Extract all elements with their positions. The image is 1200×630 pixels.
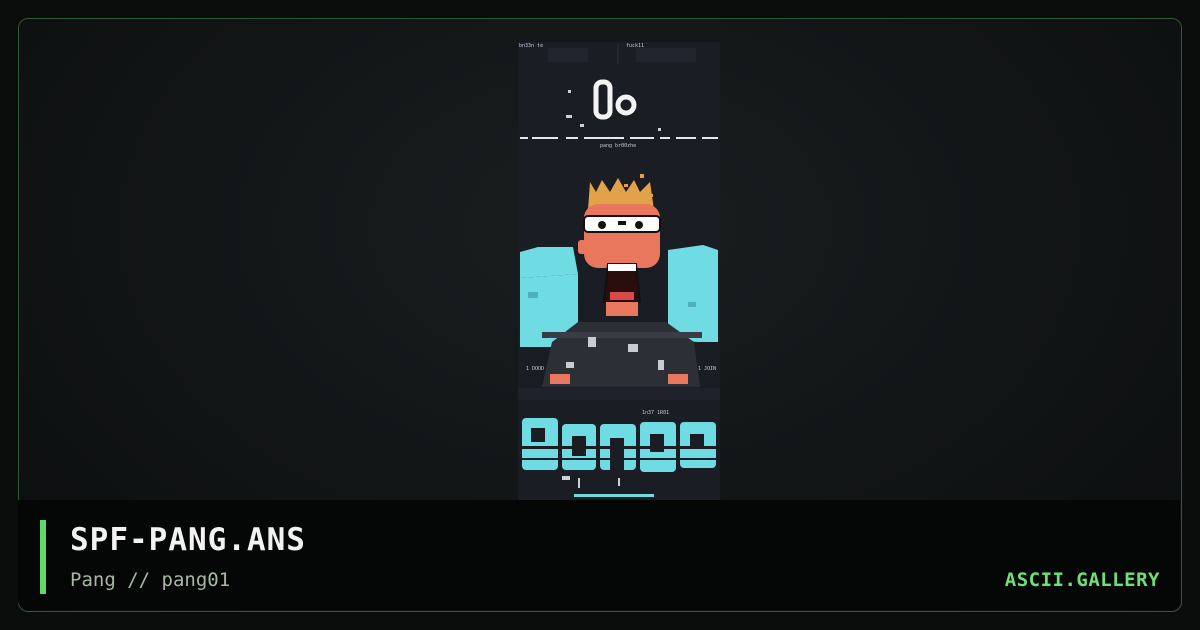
artwork-canvas: bn33n te fuck11 pang br00zhe 1 DOOD 1 JO… <box>518 43 720 516</box>
file-title: SPF-PANG.ANS <box>70 522 306 558</box>
art-credit-line: pang br00zhe <box>600 143 636 149</box>
ansi-artwork[interactable]: bn33n te fuck11 pang br00zhe 1 DOOD 1 JO… <box>518 42 720 519</box>
art-character-body <box>542 322 702 387</box>
site-link[interactable]: ASCII.GALLERY <box>1005 569 1160 591</box>
art-side-tag-left: 1 DOOD <box>526 366 544 372</box>
file-subtitle: Pang // pang01 <box>70 569 231 591</box>
art-small-tag: 1n37 1R01 <box>642 410 669 416</box>
info-footer: SPF-PANG.ANS Pang // pang01 ASCII.GALLER… <box>18 500 1180 610</box>
art-character-head <box>578 204 661 316</box>
art-separator <box>520 137 718 139</box>
art-pang-logo <box>518 418 720 472</box>
art-side-tag-right: 1 JOIN <box>698 366 716 372</box>
art-faint-block <box>548 48 588 62</box>
art-header-left: bn33n te <box>519 43 543 49</box>
art-glitch-strip <box>518 388 720 400</box>
accent-bar <box>40 520 46 594</box>
art-badge-logo <box>566 79 661 131</box>
art-faint-block <box>636 48 696 62</box>
